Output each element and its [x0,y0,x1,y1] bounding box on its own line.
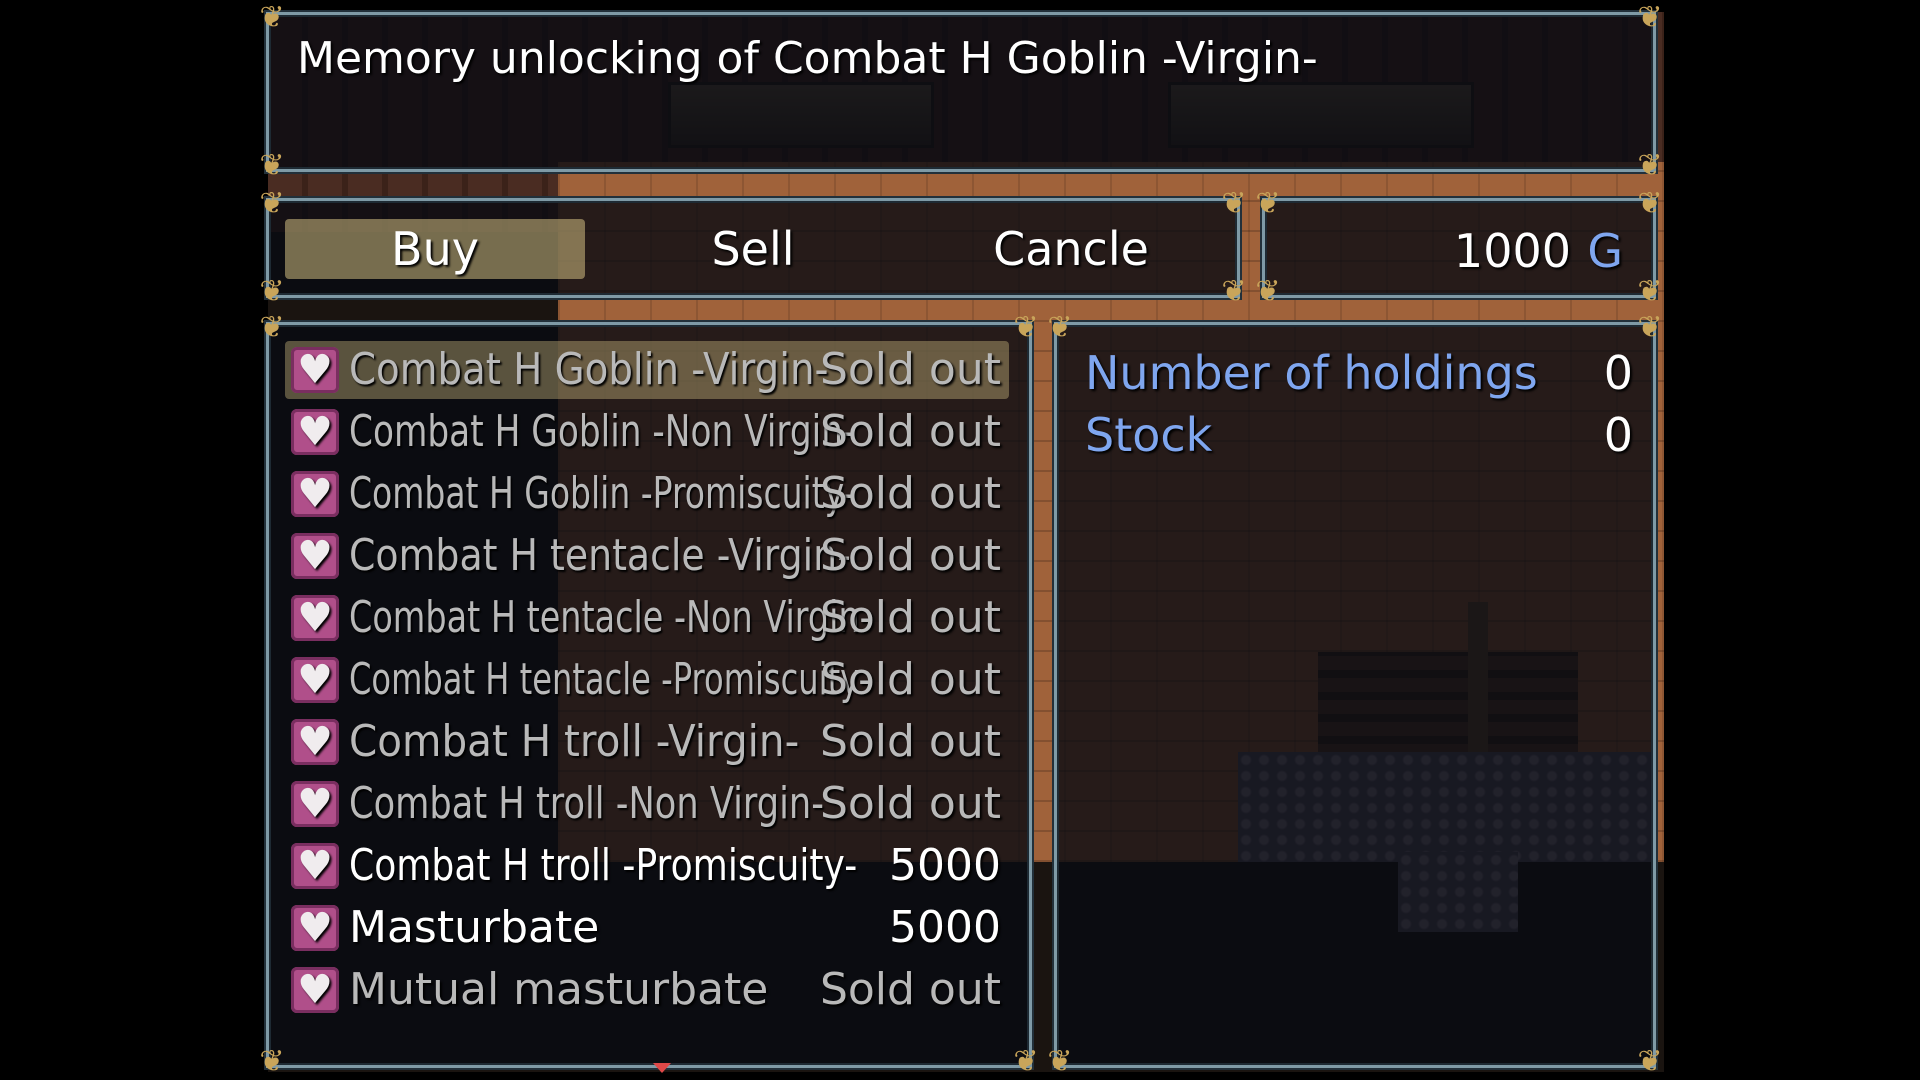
ornament-icon: ❦ [1013,310,1039,345]
stock-label: Stock [1085,408,1213,462]
ornament-icon: ❦ [259,148,285,183]
item-name: Combat H tentacle -Non Virgin- [349,592,872,643]
item-name: Combat H troll -Non Virgin- [349,778,824,829]
holdings-value: 0 [1603,346,1633,400]
heart-icon: ♥ [291,471,339,517]
ornament-icon: ❦ [1637,274,1663,309]
ornament-icon: ❦ [1637,1044,1663,1079]
heart-icon: ♥ [291,657,339,703]
buy-item-list-window: ❦ ❦ ❦ ❦ ♥ Combat H Goblin -Virgin- Sold … [259,313,1038,1077]
item-name: Masturbate [349,902,600,953]
item-name: Combat H tentacle -Virgin- [349,530,851,581]
shop-command-window: ❦ ❦ ❦ ❦ Buy Sell Cancle [259,189,1246,307]
item-name: Combat H Goblin -Promiscuity- [349,468,856,519]
list-item[interactable]: ♥ Combat H troll -Promiscuity- 5000 [285,837,1009,895]
currency-unit: G [1587,224,1623,278]
list-item[interactable]: ♥ Combat H tentacle -Non Virgin- Sold ou… [285,589,1009,647]
item-name: Combat H tentacle -Promiscuity- [349,654,871,705]
item-name: Combat H Goblin -Virgin- [349,344,829,395]
gold-window: ❦ ❦ ❦ ❦ 1000 G [1255,189,1662,307]
item-name: Combat H Goblin -Non Virgin- [349,406,856,457]
ornament-icon: ❦ [259,274,285,309]
heart-icon: ♥ [291,905,339,951]
item-name: Combat H troll -Virgin- [349,716,800,767]
holdings-row: Number of holdings 0 [1085,343,1633,403]
item-price: Sold out [819,778,1001,829]
list-item[interactable]: ♥ Combat H troll -Virgin- Sold out [285,713,1009,771]
list-item[interactable]: ♥ Mutual masturbate Sold out [285,961,1009,1019]
stock-row: Stock 0 [1085,405,1633,465]
item-name: Mutual masturbate [349,964,769,1015]
list-item[interactable]: ♥ Combat H Goblin -Promiscuity- Sold out [285,465,1009,523]
item-price: Sold out [819,406,1001,457]
heart-icon: ♥ [291,409,339,455]
ornament-icon: ❦ [1255,274,1281,309]
heart-icon: ♥ [291,967,339,1013]
ornament-icon: ❦ [259,186,285,221]
scroll-down-arrow-icon[interactable] [653,1063,671,1073]
heart-icon: ♥ [291,595,339,641]
item-price: 5000 [889,902,1001,953]
ornament-icon: ❦ [259,0,285,35]
ornament-icon: ❦ [259,310,285,345]
list-item[interactable]: ♥ Masturbate 5000 [285,899,1009,957]
ornament-icon: ❦ [1637,310,1663,345]
gold-amount: 1000 [1453,224,1571,278]
sell-command[interactable]: Sell [603,219,903,279]
item-price: Sold out [819,716,1001,767]
holdings-label: Number of holdings [1085,346,1538,400]
item-description: Memory unlocking of Combat H Goblin -Vir… [297,33,1318,84]
ornament-icon: ❦ [1637,0,1663,35]
ornament-icon: ❦ [1637,186,1663,221]
ornament-icon: ❦ [1013,1044,1039,1079]
item-price: Sold out [819,530,1001,581]
item-name: Combat H troll -Promiscuity- [349,840,858,891]
item-price: Sold out [819,344,1001,395]
list-item[interactable]: ♥ Combat H tentacle -Virgin- Sold out [285,527,1009,585]
item-price: Sold out [819,468,1001,519]
ornament-icon: ❦ [1047,1044,1073,1079]
ornament-icon: ❦ [1047,310,1073,345]
heart-icon: ♥ [291,347,339,393]
item-price: 5000 [889,840,1001,891]
list-item[interactable]: ♥ Combat H tentacle -Promiscuity- Sold o… [285,651,1009,709]
item-price: Sold out [819,654,1001,705]
list-item[interactable]: ♥ Combat H troll -Non Virgin- Sold out [285,775,1009,833]
cancel-command[interactable]: Cancle [921,219,1221,279]
ornament-icon: ❦ [1637,148,1663,183]
buy-command[interactable]: Buy [285,219,585,279]
stock-value: 0 [1603,408,1633,462]
heart-icon: ♥ [291,533,339,579]
heart-icon: ♥ [291,719,339,765]
list-item[interactable]: ♥ Combat H Goblin -Virgin- Sold out [285,341,1009,399]
heart-icon: ♥ [291,843,339,889]
list-item[interactable]: ♥ Combat H Goblin -Non Virgin- Sold out [285,403,1009,461]
ornament-icon: ❦ [1221,186,1247,221]
ornament-icon: ❦ [1221,274,1247,309]
item-price: Sold out [819,964,1001,1015]
heart-icon: ♥ [291,781,339,827]
help-window: ❦ ❦ ❦ ❦ Memory unlocking of Combat H Gob… [259,3,1662,181]
ornament-icon: ❦ [1255,186,1281,221]
item-price: Sold out [819,592,1001,643]
item-status-window: ❦ ❦ ❦ ❦ Number of holdings 0 Stock 0 [1047,313,1662,1077]
ornament-icon: ❦ [259,1044,285,1079]
